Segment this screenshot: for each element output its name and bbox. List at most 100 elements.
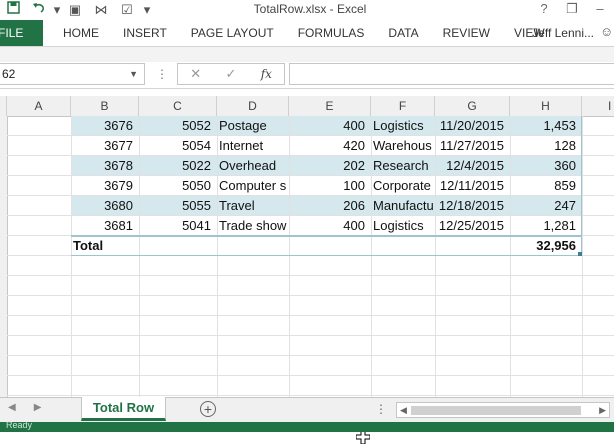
cell-f[interactable]: Logistics (371, 216, 435, 236)
cell-h[interactable]: 128 (510, 136, 582, 156)
cell-c[interactable]: 5054 (139, 136, 217, 156)
cell-g[interactable]: 11/20/2015 (435, 116, 510, 136)
chevron-down-icon[interactable]: ▼ (129, 64, 138, 84)
insert-function-icon[interactable]: fx (249, 64, 284, 84)
column-header-c[interactable]: C (139, 96, 217, 116)
cell-c[interactable]: 5055 (139, 196, 217, 216)
cell-e[interactable]: 400 (289, 116, 371, 136)
cell-d[interactable]: Internet (217, 136, 289, 156)
cell-b[interactable]: 3676 (71, 116, 139, 136)
cell-e[interactable]: 100 (289, 176, 371, 196)
table-row[interactable]: 3681 5041 Trade show 400 Logistics 12/25… (0, 216, 614, 236)
cell-b[interactable]: 3679 (71, 176, 139, 196)
cell-e[interactable]: 420 (289, 136, 371, 156)
user-account[interactable]: Jeff Lenni... (532, 20, 594, 46)
column-header-b[interactable]: B (71, 96, 139, 116)
cell-b[interactable]: 3677 (71, 136, 139, 156)
status-text: Ready (6, 420, 33, 430)
cell-g[interactable]: 12/18/2015 (435, 196, 510, 216)
scroll-left-icon[interactable]: ◀ (400, 405, 407, 416)
ribbon-display-icon[interactable]: ❐ (558, 0, 586, 20)
cell-e[interactable]: 400 (289, 216, 371, 236)
smiley-icon[interactable]: ☺ (600, 24, 614, 42)
cell-e[interactable]: 206 (289, 196, 371, 216)
table-row[interactable]: 3677 5054 Internet 420 Warehous 11/27/20… (0, 136, 614, 156)
table-resize-handle[interactable] (578, 252, 582, 256)
cell-h[interactable]: 1,453 (510, 116, 582, 136)
cell-g[interactable]: 12/25/2015 (435, 216, 510, 236)
add-sheet-button[interactable]: + (200, 401, 216, 417)
cell-c[interactable]: 5050 (139, 176, 217, 196)
enter-icon[interactable]: ✓ (213, 64, 248, 84)
column-header-f[interactable]: F (371, 96, 435, 116)
customize-qat-icon[interactable]: ▾ (140, 1, 154, 19)
cell-h[interactable]: 859 (510, 176, 582, 196)
tab-home[interactable]: HOME (43, 26, 111, 40)
cell-h[interactable]: 1,281 (510, 216, 582, 236)
next-sheet-icon[interactable]: ▶ (34, 402, 60, 413)
cell-f[interactable]: Warehous (371, 136, 435, 156)
save-icon[interactable] (0, 1, 26, 19)
total-value[interactable]: 32,956 (510, 236, 582, 256)
undo-icon[interactable] (26, 1, 52, 19)
column-header-h[interactable]: H (510, 96, 582, 116)
cell-g[interactable]: 12/4/2015 (435, 156, 510, 176)
cell-h[interactable]: 360 (510, 156, 582, 176)
tab-file[interactable]: FILE (0, 20, 43, 46)
cell-d[interactable]: Travel (217, 196, 289, 216)
cell-e[interactable]: 202 (289, 156, 371, 176)
cell-c[interactable]: 5041 (139, 216, 217, 236)
worksheet-grid[interactable]: A B C D E F G H I 3676 5052 Postage 400 … (0, 96, 614, 445)
total-label[interactable]: Total (71, 236, 139, 256)
table-row[interactable]: 3678 5022 Overhead 202 Research 12/4/201… (0, 156, 614, 176)
minimize-icon[interactable]: – (586, 0, 614, 20)
cell-d[interactable]: Computer s (217, 176, 289, 196)
formula-input[interactable] (289, 63, 614, 85)
checkbox-icon[interactable]: ☑ (114, 1, 140, 19)
cell-h[interactable]: 247 (510, 196, 582, 216)
cell-f[interactable]: Logistics (371, 116, 435, 136)
total-row[interactable]: Total 32,956 (0, 236, 614, 256)
select-all-corner[interactable] (0, 96, 7, 116)
tab-review[interactable]: REVIEW (431, 26, 502, 40)
prev-sheet-icon[interactable]: ◀ (8, 402, 34, 413)
cancel-icon[interactable]: ✕ (178, 64, 213, 84)
tab-data[interactable]: DATA (376, 26, 430, 40)
cell-b[interactable]: 3681 (71, 216, 139, 236)
cells-area[interactable]: 3676 5052 Postage 400 Logistics 11/20/20… (0, 116, 614, 397)
cell-b[interactable]: 3678 (71, 156, 139, 176)
form-icon[interactable]: ▣ (62, 1, 88, 19)
cell-d[interactable]: Overhead (217, 156, 289, 176)
horizontal-scrollbar[interactable]: ◀ ▶ (396, 402, 610, 418)
cell-g[interactable]: 12/11/2015 (435, 176, 510, 196)
column-header-e[interactable]: E (289, 96, 371, 116)
scroll-thumb[interactable] (411, 406, 581, 415)
column-header-a[interactable]: A (7, 96, 71, 116)
formula-bar-grip-icon[interactable]: ⋮ (156, 67, 168, 81)
cell-c[interactable]: 5052 (139, 116, 217, 136)
tab-insert[interactable]: INSERT (111, 26, 179, 40)
table-row[interactable]: 3680 5055 Travel 206 Manufactu 12/18/201… (0, 196, 614, 216)
column-header-g[interactable]: G (435, 96, 510, 116)
connector-icon[interactable]: ⋈ (88, 1, 114, 19)
cell-d[interactable]: Postage (217, 116, 289, 136)
column-header-d[interactable]: D (217, 96, 289, 116)
sheet-tab-total-row[interactable]: Total Row (81, 397, 166, 421)
tab-page-layout[interactable]: PAGE LAYOUT (179, 26, 286, 40)
table-row[interactable]: 3676 5052 Postage 400 Logistics 11/20/20… (0, 116, 614, 136)
tab-split-grip-icon[interactable]: ⋮ (375, 402, 387, 416)
undo-dropdown-icon[interactable]: ▾ (52, 1, 62, 19)
cell-c[interactable]: 5022 (139, 156, 217, 176)
cell-b[interactable]: 3680 (71, 196, 139, 216)
help-icon[interactable]: ? (530, 0, 558, 20)
scroll-right-icon[interactable]: ▶ (599, 405, 606, 416)
tab-formulas[interactable]: FORMULAS (286, 26, 377, 40)
cell-f[interactable]: Corporate (371, 176, 435, 196)
cell-f[interactable]: Research (371, 156, 435, 176)
cell-f[interactable]: Manufactu (371, 196, 435, 216)
column-header-i[interactable]: I (582, 96, 614, 116)
cell-g[interactable]: 11/27/2015 (435, 136, 510, 156)
table-row[interactable]: 3679 5050 Computer s 100 Corporate 12/11… (0, 176, 614, 196)
cell-d[interactable]: Trade show (217, 216, 289, 236)
name-box[interactable]: 62 ▼ (0, 63, 145, 85)
